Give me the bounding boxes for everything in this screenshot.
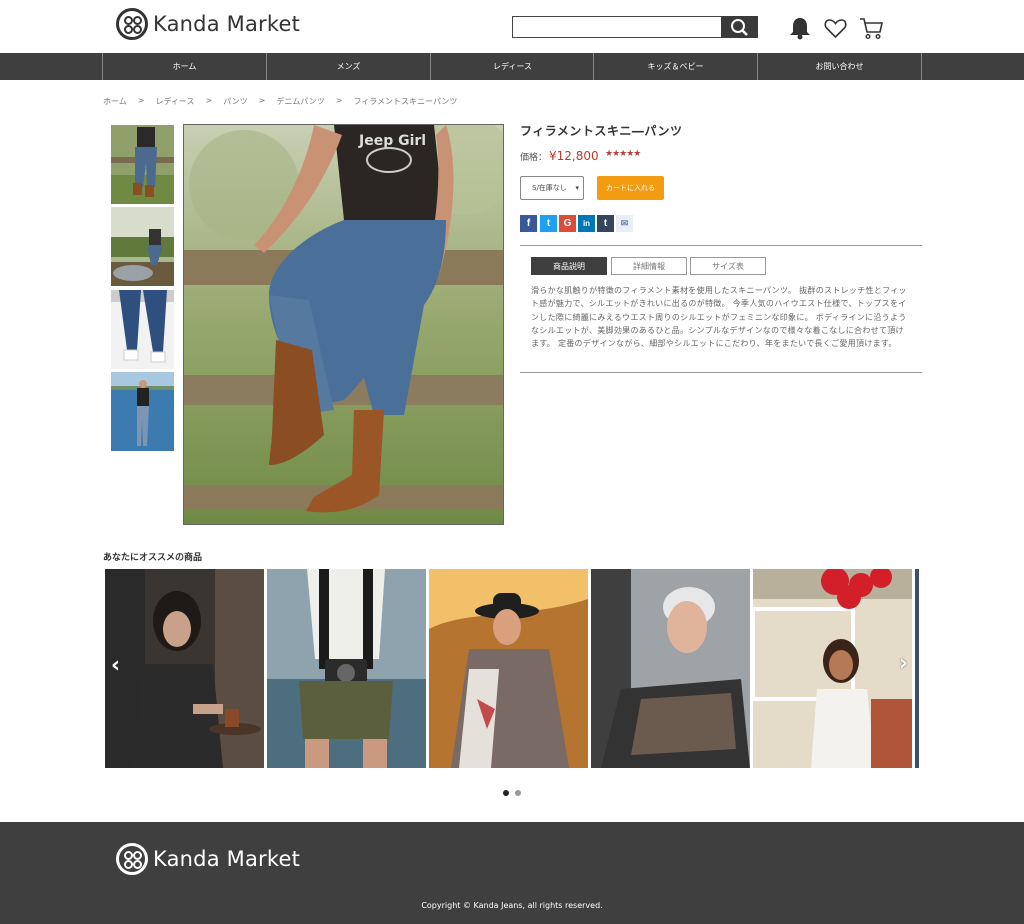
breadcrumb-link[interactable]: ホーム <box>103 96 127 107</box>
add-to-cart-button[interactable]: カートに入れる <box>597 176 664 200</box>
search-input[interactable] <box>512 16 721 38</box>
divider <box>520 245 922 246</box>
product-main-image: Jeep Girl <box>183 124 504 525</box>
recommended-product-edge <box>915 569 919 768</box>
google-share-icon[interactable]: G <box>559 215 576 232</box>
recommendations-title: あなたにオススメの商品 <box>103 553 203 563</box>
product-thumbnail[interactable] <box>111 207 174 286</box>
price: 価格： ¥12,800 <box>520 149 599 163</box>
product-description: 滑らかな肌触りが特徴のフィラメント素材を使用したスキニーパンツ。 抜群のストレッ… <box>531 286 907 349</box>
nav-item-kids[interactable]: キッズ＆ベビー <box>593 53 757 80</box>
size-select-value: S/在庫なし <box>532 184 567 192</box>
recommended-product[interactable] <box>591 569 750 768</box>
recommended-product[interactable]: › <box>753 569 912 768</box>
breadcrumb-link[interactable]: レディース <box>155 96 194 107</box>
rating-stars: ★★★★★ <box>605 149 641 159</box>
divider <box>520 372 922 373</box>
main-nav: ホーム メンズ レディース キッズ＆ベビー お問い合わせ <box>0 53 1024 80</box>
breadcrumb-link[interactable]: パンツ <box>223 96 247 107</box>
nav-item-ladies[interactable]: レディース <box>430 53 594 80</box>
tumblr-share-icon[interactable]: t <box>597 215 614 232</box>
chevron-left-icon[interactable]: ‹ <box>111 653 120 678</box>
logo-text: Kanda Market <box>153 12 301 36</box>
search-bar <box>512 16 758 38</box>
email-share-icon[interactable]: ✉ <box>616 215 633 232</box>
logo-icon <box>116 8 148 40</box>
facebook-share-icon[interactable]: f <box>520 215 537 232</box>
search-icon <box>731 19 748 36</box>
price-label: 価格： <box>520 153 548 163</box>
recommended-product[interactable]: ‹ <box>105 569 264 768</box>
linkedin-share-icon[interactable]: in <box>578 215 595 232</box>
product-title: フィラメントスキニ―パンツ <box>520 124 683 138</box>
site-footer: Kanda Market Copyright © Kanda Jeans, al… <box>0 822 1024 924</box>
logo[interactable]: Kanda Market <box>116 8 300 40</box>
heart-icon[interactable] <box>824 16 847 40</box>
chevron-down-icon: ▾ <box>575 184 579 192</box>
copyright: Copyright © Kanda Jeans, all rights rese… <box>421 901 603 910</box>
price-value: ¥12,800 <box>549 149 599 163</box>
breadcrumb: ホーム > レディース > パンツ > デニムパンツ > フィラメントスキニーパンツ <box>103 96 458 107</box>
site-header: Kanda Market <box>0 0 1024 53</box>
nav-item-contact[interactable]: お問い合わせ <box>757 53 921 80</box>
bell-icon[interactable] <box>789 16 811 40</box>
carousel-dot-active[interactable] <box>503 790 509 796</box>
carousel-dot[interactable] <box>515 790 521 796</box>
product-thumbnail[interactable] <box>111 290 174 369</box>
cart-icon[interactable] <box>859 16 884 40</box>
twitter-share-icon[interactable]: t <box>540 215 557 232</box>
nav-divider <box>921 53 922 80</box>
chevron-right-icon[interactable]: › <box>899 651 908 676</box>
product-thumbnail[interactable] <box>111 125 174 204</box>
logo-icon <box>116 843 148 875</box>
product-thumbnail[interactable] <box>111 372 174 451</box>
tab-details[interactable]: 詳細情報 <box>611 257 687 275</box>
footer-logo-text: Kanda Market <box>153 847 301 871</box>
nav-item-home[interactable]: ホーム <box>102 53 266 80</box>
nav-item-mens[interactable]: メンズ <box>266 53 430 80</box>
search-button[interactable] <box>721 16 758 38</box>
recommended-product[interactable] <box>429 569 588 768</box>
tab-size-chart[interactable]: サイズ表 <box>690 257 766 275</box>
size-select[interactable]: S/在庫なし ▾ <box>520 176 584 200</box>
footer-logo[interactable]: Kanda Market <box>116 843 300 875</box>
breadcrumb-link[interactable]: デニムパンツ <box>276 96 324 107</box>
svg-text:Jeep Girl: Jeep Girl <box>358 133 426 149</box>
tab-description[interactable]: 商品説明 <box>531 257 607 275</box>
breadcrumb-current: フィラメントスキニーパンツ <box>353 97 458 106</box>
recommended-product[interactable] <box>267 569 426 768</box>
